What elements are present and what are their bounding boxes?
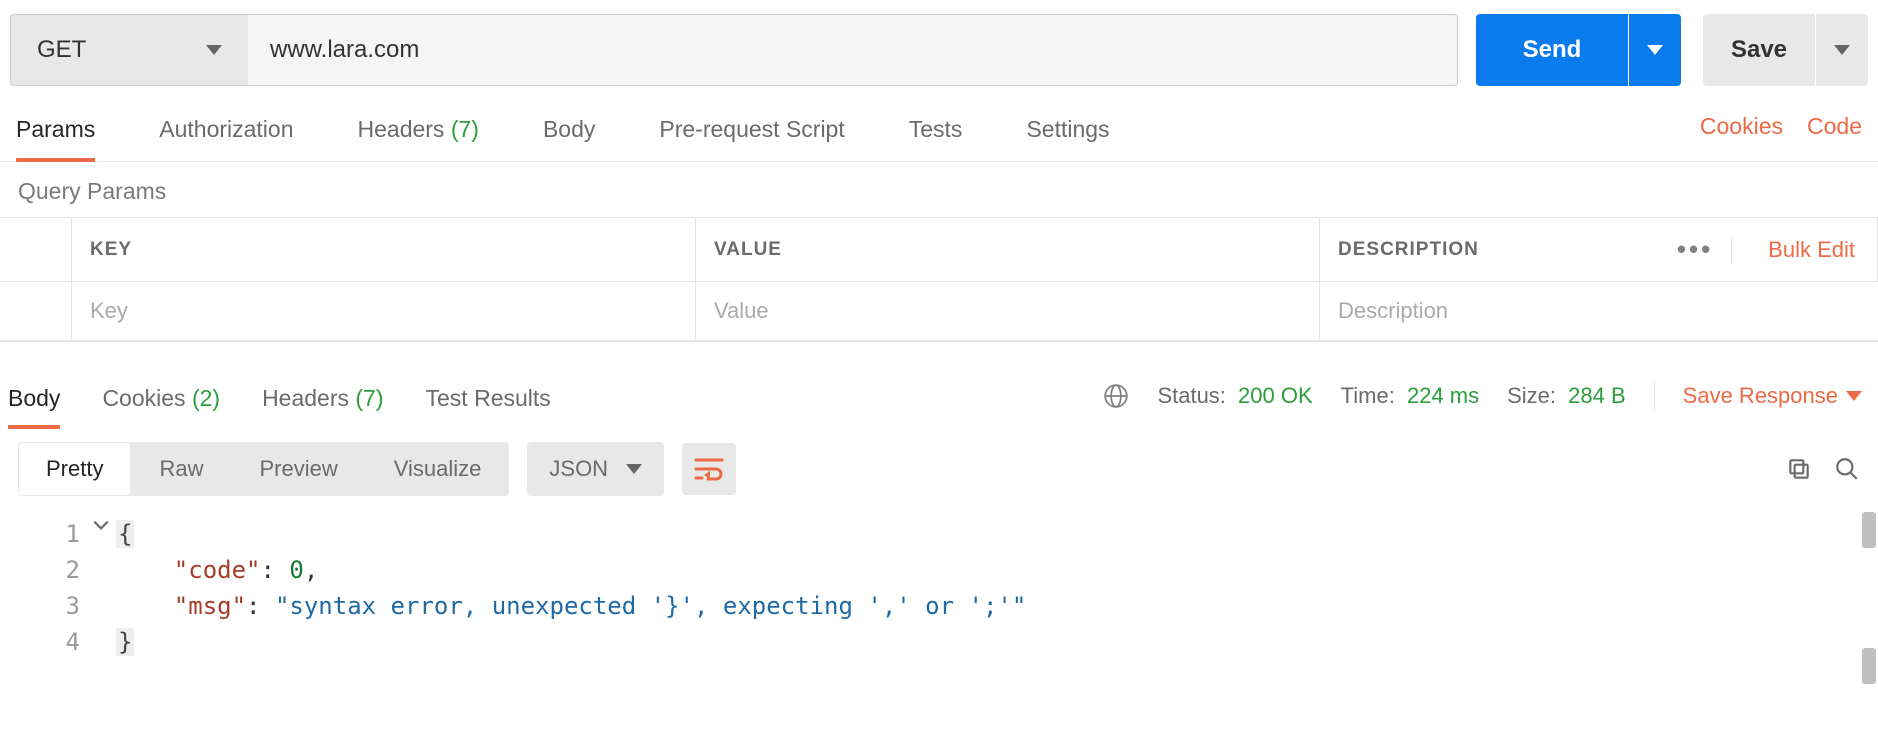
response-size: Size: 284 B: [1507, 383, 1626, 409]
code-token: {: [116, 520, 134, 548]
size-value: 284 B: [1568, 383, 1626, 408]
tab-label: Headers: [358, 116, 445, 142]
query-params-table: KEY VALUE DESCRIPTION ••• Bulk Edit: [0, 217, 1878, 341]
chevron-down-icon: [1834, 45, 1850, 55]
http-method-select[interactable]: GET: [10, 14, 248, 86]
search-icon[interactable]: [1834, 456, 1860, 482]
column-value: VALUE: [696, 218, 1320, 282]
request-bar: GET Send Save: [0, 0, 1878, 96]
code-token: ,: [304, 556, 318, 584]
tab-label: Pre-request Script: [659, 116, 844, 142]
send-options-button[interactable]: [1629, 14, 1681, 86]
section-separator: [0, 341, 1878, 369]
request-tabs: Params Authorization Headers (7) Body Pr…: [0, 96, 1878, 162]
table-row: [0, 282, 1878, 341]
param-description-input[interactable]: [1338, 298, 1860, 324]
tab-label: Headers: [262, 385, 349, 411]
time-label: Time:: [1341, 383, 1395, 408]
tab-response-body[interactable]: Body: [8, 379, 60, 428]
chevron-down-icon: [206, 45, 222, 55]
tab-headers[interactable]: Headers (7): [358, 110, 479, 161]
tab-authorization[interactable]: Authorization: [159, 110, 293, 161]
time-value: 224 ms: [1407, 383, 1479, 408]
chevron-down-icon: [1846, 391, 1862, 401]
line-number: 2: [0, 552, 92, 588]
code-token: 0: [289, 556, 303, 584]
tab-label: Params: [16, 116, 95, 142]
send-button[interactable]: Send: [1476, 14, 1628, 86]
view-preview[interactable]: Preview: [231, 442, 365, 496]
tab-params[interactable]: Params: [16, 110, 95, 161]
code-token: "syntax error, unexpected '}', expecting…: [275, 592, 1026, 620]
tab-label: Body: [543, 116, 595, 142]
chevron-down-icon: [626, 464, 642, 474]
response-tabs: Body Cookies (2) Headers (7) Test Result…: [0, 369, 1878, 428]
save-options-button[interactable]: [1816, 14, 1868, 86]
tab-settings[interactable]: Settings: [1026, 110, 1109, 161]
column-key: KEY: [72, 218, 696, 282]
code-token: :: [261, 556, 290, 584]
wrap-icon: [694, 456, 724, 482]
divider: [1731, 236, 1732, 264]
response-time: Time: 224 ms: [1341, 383, 1479, 409]
response-body-toolbar: Pretty Raw Preview Visualize JSON: [0, 428, 1878, 506]
globe-icon[interactable]: [1103, 383, 1129, 409]
column-description: DESCRIPTION ••• Bulk Edit: [1320, 218, 1878, 282]
cookies-link[interactable]: Cookies: [1700, 113, 1783, 158]
size-label: Size:: [1507, 383, 1556, 408]
view-pretty[interactable]: Pretty: [18, 442, 131, 496]
bulk-edit-link[interactable]: Bulk Edit: [1768, 237, 1855, 263]
tab-count: (7): [355, 385, 383, 411]
code-token: "code": [174, 556, 261, 584]
query-params-title: Query Params: [0, 162, 1878, 217]
tab-count: (2): [192, 385, 220, 411]
tab-response-headers[interactable]: Headers (7): [262, 379, 383, 428]
status-label: Status:: [1157, 383, 1225, 408]
tab-tests[interactable]: Tests: [909, 110, 963, 161]
save-response-button[interactable]: Save Response: [1683, 383, 1862, 409]
tab-pre-request-script[interactable]: Pre-request Script: [659, 110, 844, 161]
more-icon[interactable]: •••: [1677, 234, 1713, 265]
tab-label: Cookies: [102, 385, 185, 411]
scrollbar-thumb[interactable]: [1862, 512, 1876, 548]
save-response-label: Save Response: [1683, 383, 1838, 409]
tab-label: Test Results: [426, 385, 551, 411]
fold-icon[interactable]: [92, 516, 116, 552]
param-key-input[interactable]: [90, 298, 677, 324]
view-raw[interactable]: Raw: [131, 442, 231, 496]
param-value-input[interactable]: [714, 298, 1301, 324]
copy-icon[interactable]: [1786, 456, 1812, 482]
body-format-select[interactable]: JSON: [527, 442, 664, 496]
divider: [1654, 382, 1655, 410]
tab-label: Body: [8, 385, 60, 411]
http-method-value: GET: [37, 36, 86, 64]
wrap-lines-button[interactable]: [682, 443, 736, 495]
status-value: 200 OK: [1238, 383, 1313, 408]
chevron-down-icon: [1647, 45, 1663, 55]
view-visualize[interactable]: Visualize: [366, 442, 510, 496]
response-body-code[interactable]: 1 { 2 "code": 0, 3 "msg": "syntax error,…: [0, 506, 1878, 690]
tab-response-test-results[interactable]: Test Results: [426, 379, 551, 428]
tab-label: Settings: [1026, 116, 1109, 142]
code-link[interactable]: Code: [1807, 113, 1862, 158]
line-number: 4: [0, 624, 92, 660]
code-token: :: [246, 592, 275, 620]
column-checkbox: [0, 218, 72, 282]
tab-label: Authorization: [159, 116, 293, 142]
tab-body[interactable]: Body: [543, 110, 595, 161]
tab-label: Tests: [909, 116, 963, 142]
tab-count: (7): [451, 116, 479, 142]
line-number: 3: [0, 588, 92, 624]
request-url-input[interactable]: [248, 14, 1458, 86]
save-button[interactable]: Save: [1703, 14, 1815, 86]
response-status: Status: 200 OK: [1157, 383, 1312, 409]
code-token: "msg": [174, 592, 246, 620]
code-token: }: [116, 628, 134, 656]
row-checkbox-cell[interactable]: [0, 282, 72, 341]
scrollbar-thumb[interactable]: [1862, 648, 1876, 684]
column-description-label: DESCRIPTION: [1338, 239, 1479, 261]
tab-response-cookies[interactable]: Cookies (2): [102, 379, 220, 428]
line-number: 1: [0, 516, 92, 552]
body-format-value: JSON: [549, 456, 608, 482]
